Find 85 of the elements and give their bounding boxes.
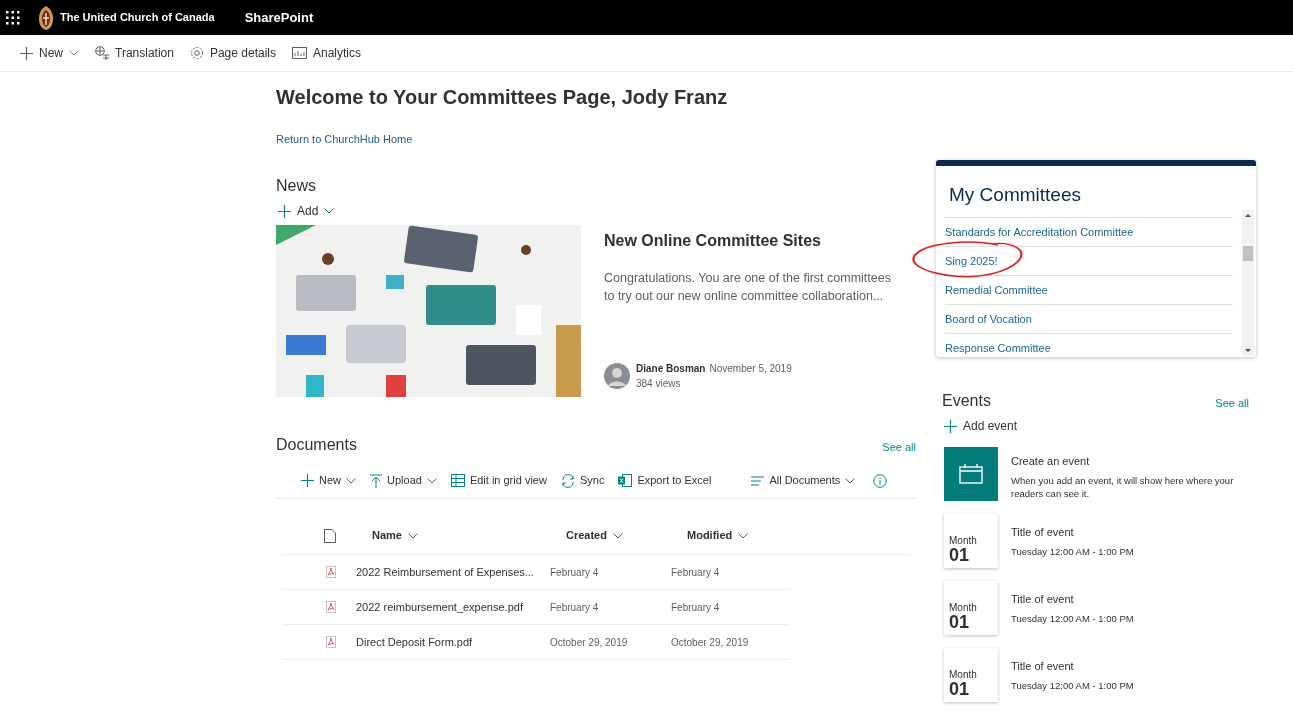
- committee-link[interactable]: Board of Vocation: [945, 304, 1233, 333]
- pdf-icon: [326, 601, 336, 613]
- toolbar-button[interactable]: Edit in grid view: [450, 472, 547, 489]
- table-cell: February 4: [671, 602, 720, 613]
- plus-icon: [944, 419, 957, 433]
- avatar: [604, 363, 630, 389]
- section-heading: Documents: [276, 435, 357, 455]
- home-link[interactable]: Return to ChurchHub Home: [276, 131, 413, 148]
- event-title[interactable]: Title of event: [1011, 591, 1251, 608]
- table-cell: February 4: [671, 567, 720, 578]
- see-all-link[interactable]: See all: [1215, 394, 1249, 411]
- event-time: Tuesday 12:00 AM - 1:00 PM: [1011, 678, 1135, 692]
- month-label: Month: [949, 669, 978, 680]
- event-title[interactable]: Title of event: [1011, 658, 1251, 675]
- caret-icon: [612, 532, 623, 539]
- table-cell: February 4: [550, 567, 599, 578]
- info-button[interactable]: [873, 473, 888, 488]
- committee-link[interactable]: Response Committee: [945, 333, 1233, 362]
- event-hint: When you add an event, it will show here where your readers can see it.: [1011, 473, 1235, 500]
- toolbar-button[interactable]: New: [301, 472, 356, 489]
- settings-icon: [189, 46, 204, 60]
- committee-link[interactable]: Sing 2025!: [945, 246, 1233, 275]
- translate-icon: [95, 46, 109, 60]
- card-title: My Committees: [948, 183, 1082, 206]
- toolbar-button[interactable]: Sync: [560, 472, 605, 489]
- command-button[interactable]: Page details: [187, 44, 278, 62]
- article-title[interactable]: New Online Committee Sites: [604, 229, 904, 253]
- excel-icon: [618, 474, 633, 487]
- command-button[interactable]: New: [18, 44, 81, 62]
- plus-icon: [20, 46, 33, 60]
- upload-icon: [370, 473, 382, 488]
- app-name[interactable]: SharePoint: [244, 7, 314, 28]
- add-button[interactable]: Add: [276, 202, 337, 220]
- app-launcher-icon: [6, 10, 20, 25]
- committee-link[interactable]: Standards for Accreditation Committee: [945, 217, 1233, 246]
- event-title: Create an event: [1011, 454, 1091, 469]
- add-event-button[interactable]: Add event: [942, 417, 1020, 435]
- event-time: Tuesday 12:00 AM - 1:00 PM: [1011, 611, 1135, 625]
- committee-link[interactable]: Remedial Committee: [945, 275, 1233, 304]
- toolbar-button[interactable]: Upload: [370, 472, 437, 489]
- view-selector[interactable]: All Documents: [751, 472, 856, 489]
- section-heading: News: [276, 176, 317, 196]
- grid-icon: [450, 474, 465, 487]
- section-heading: Events: [942, 391, 991, 411]
- article-summary: Congratulations. You are one of the first committees to try out our new online committee collaboration...: [604, 270, 892, 305]
- file-icon: [324, 528, 336, 543]
- table-cell: October 29, 2019: [671, 637, 749, 648]
- author-name: Diane Bosman: [636, 362, 706, 376]
- table-cell: October 29, 2019: [550, 637, 628, 648]
- view-count: 384 views: [636, 377, 682, 391]
- event-title[interactable]: Title of event: [1011, 524, 1251, 541]
- column-header[interactable]: Name: [372, 527, 418, 544]
- caret-icon: [738, 532, 749, 539]
- file-name-link[interactable]: 2022 Reimbursement of Expenses...: [356, 566, 534, 578]
- caret-icon: [324, 208, 335, 214]
- file-name-link[interactable]: 2022 reimbursement_expense.pdf: [356, 601, 523, 613]
- calendar-icon: [959, 464, 983, 484]
- plus-icon: [301, 474, 314, 487]
- day-label: 01: [949, 680, 971, 698]
- day-label: 01: [949, 613, 971, 631]
- month-label: Month: [949, 535, 978, 546]
- see-all-link[interactable]: See all: [882, 438, 916, 455]
- column-header[interactable]: Modified: [687, 527, 749, 544]
- site-name[interactable]: The United Church of Canada: [60, 9, 215, 26]
- post-date: November 5, 2019: [709, 362, 792, 376]
- pdf-icon: [326, 566, 336, 578]
- event-time: Tuesday 12:00 AM - 1:00 PM: [1011, 544, 1135, 558]
- table-cell: February 4: [550, 602, 599, 613]
- command-button[interactable]: Analytics: [290, 44, 363, 62]
- page-title: Welcome to Your Committees Page, Jody Franz: [276, 85, 729, 109]
- command-button[interactable]: Translation: [93, 44, 176, 62]
- day-label: 01: [949, 546, 971, 564]
- chart-icon: [292, 47, 307, 59]
- info-icon: [873, 473, 888, 488]
- pdf-icon: [326, 636, 336, 648]
- month-label: Month: [949, 602, 978, 613]
- file-name-link[interactable]: Direct Deposit Form.pdf: [356, 636, 473, 648]
- sync-icon: [560, 473, 575, 488]
- caret-icon: [407, 532, 418, 539]
- caret-icon: [845, 477, 856, 484]
- crest-icon: [38, 4, 54, 31]
- toolbar-button[interactable]: Export to Excel: [618, 472, 712, 489]
- plus-icon: [278, 204, 291, 218]
- column-header[interactable]: Created: [566, 527, 623, 544]
- list-icon: [751, 475, 765, 486]
